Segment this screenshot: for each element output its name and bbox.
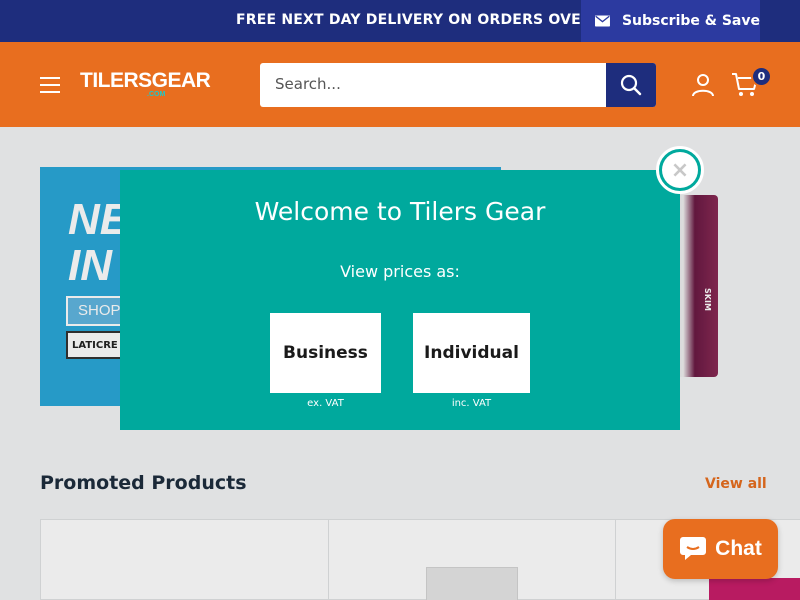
business-vat-note: ex. VAT xyxy=(307,398,344,409)
subscribe-label: Subscribe & Save xyxy=(621,13,760,29)
chat-label: Chat xyxy=(715,537,762,560)
business-button[interactable]: Business xyxy=(270,313,381,393)
logo-text-gear: GEAR xyxy=(151,69,211,92)
site-logo[interactable]: TILERSGEAR .COM xyxy=(80,69,226,99)
chat-button[interactable]: Chat xyxy=(663,519,778,579)
account-icon[interactable] xyxy=(691,73,715,97)
price-mode-modal: Welcome to Tilers Gear View prices as: B… xyxy=(120,170,680,430)
logo-text-tilers: TILERS xyxy=(80,69,152,92)
delivery-message: FREE NEXT DAY DELIVERY ON ORDERS OVER £2… xyxy=(236,12,637,28)
chat-bubble-icon xyxy=(680,537,707,560)
search-bar xyxy=(260,63,656,107)
search-button[interactable] xyxy=(606,63,656,107)
cart-count-badge: 0 xyxy=(751,66,772,87)
menu-icon[interactable] xyxy=(40,77,60,93)
site-header: TILERSGEAR .COM 0 xyxy=(0,42,800,127)
subscribe-button[interactable]: Subscribe & Save xyxy=(581,0,760,42)
close-icon: × xyxy=(662,152,698,188)
individual-vat-note: inc. VAT xyxy=(451,398,492,409)
close-modal-button[interactable]: × xyxy=(656,146,704,194)
search-input[interactable] xyxy=(275,75,595,93)
envelope-icon xyxy=(595,15,610,27)
logo-suffix: .COM xyxy=(147,91,166,98)
individual-button[interactable]: Individual xyxy=(413,313,530,393)
modal-title: Welcome to Tilers Gear xyxy=(254,197,546,226)
search-icon xyxy=(620,74,642,96)
announcement-bar: FREE NEXT DAY DELIVERY ON ORDERS OVER £2… xyxy=(0,0,800,42)
cart-button[interactable]: 0 xyxy=(731,66,772,98)
modal-subtitle: View prices as: xyxy=(340,262,460,281)
